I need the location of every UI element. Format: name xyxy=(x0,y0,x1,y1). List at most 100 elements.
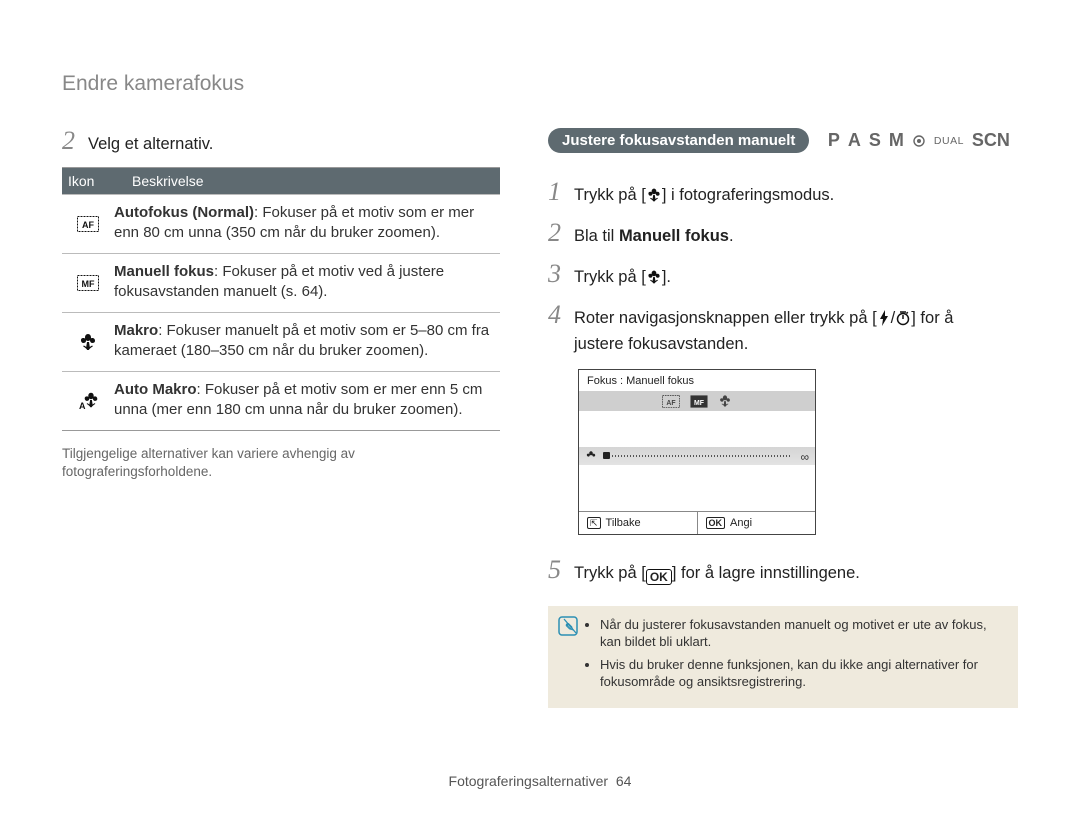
softkey-back: ⇱ Tilbake xyxy=(579,512,697,534)
text-fragment: Trykk på [ xyxy=(574,186,646,204)
right-step-5: 5 Trykk på [OK] for å lagre innstillinge… xyxy=(548,557,1018,586)
text-fragment: Trykk på [ xyxy=(574,268,646,286)
table-desc: Autofokus (Normal): Fokuser på et motiv … xyxy=(114,195,500,253)
step-number: 4 xyxy=(548,302,574,328)
note-icon: ✎ xyxy=(558,616,580,696)
options-table: Ikon Beskrivelse AF Autofokus (Normal): … xyxy=(62,167,500,431)
macro-down-icon xyxy=(646,269,662,285)
page-footer: Fotograferingsalternativer 64 xyxy=(0,773,1080,789)
table-desc: Manuell fokus: Fokuser på et motiv ved å… xyxy=(114,254,500,312)
step-text: Trykk på [ ]. xyxy=(574,264,671,290)
lcd-icon-strip: AF MF xyxy=(579,391,815,411)
text-fragment: ] i fotograferingsmodus. xyxy=(662,186,834,204)
mode-m: M xyxy=(889,130,904,151)
table-col-desc: Beskrivelse xyxy=(126,168,500,194)
mf-icon: MF xyxy=(690,395,708,408)
af-icon: AF xyxy=(662,395,680,408)
table-footnote: Tilgjengelige alternativer kan variere a… xyxy=(62,445,500,481)
near-icon xyxy=(585,449,597,467)
right-step-1: 1 Trykk på [ ] i fotograferingsmodus. xyxy=(548,179,1018,208)
row-text: : Fokuser manuelt på et motiv som er 5–8… xyxy=(114,322,489,359)
lcd-title: Fokus : Manuell fokus xyxy=(579,370,815,391)
row-title: Makro xyxy=(114,322,158,339)
row-title: Autofokus (Normal) xyxy=(114,204,254,221)
infinity-icon: ∞ xyxy=(800,450,809,464)
lcd-focus-slider: ∞ xyxy=(579,447,815,465)
lcd-blank xyxy=(579,465,815,511)
ok-hw-icon: OK xyxy=(706,517,726,529)
softkey-set: OK Angi xyxy=(697,512,816,534)
text-bold: Manuell fokus xyxy=(619,227,729,245)
macro-icon xyxy=(718,394,732,408)
lens-icon xyxy=(912,134,926,148)
step-text: Trykk på [ ] i fotograferingsmodus. xyxy=(574,182,834,208)
table-row: A Auto Makro: Fokuser på et motiv som er… xyxy=(62,371,500,430)
table-desc: Makro: Fokuser manuelt på et motiv som e… xyxy=(114,313,500,371)
footer-section: Fotograferingsalternativer xyxy=(449,773,609,789)
step-number: 2 xyxy=(548,220,574,246)
text-fragment: ]. xyxy=(662,268,671,286)
macro-icon xyxy=(78,332,98,352)
lcd-softkeys: ⇱ Tilbake OK Angi xyxy=(579,511,815,534)
left-step-2: 2 Velg et alternativ. xyxy=(62,128,500,157)
breadcrumb: Endre kamerafokus xyxy=(62,72,244,96)
svg-text:MF: MF xyxy=(82,279,95,289)
row-title: Manuell fokus xyxy=(114,263,214,280)
note-item: Hvis du bruker denne funksjonen, kan du … xyxy=(600,656,1004,690)
mf-icon: MF xyxy=(77,275,99,291)
mode-a: A xyxy=(848,130,861,151)
text-fragment: Bla til xyxy=(574,227,619,245)
section-heading-row: Justere fokusavstanden manuelt P A S M D… xyxy=(548,128,1018,153)
table-desc: Auto Makro: Fokuser på et motiv som er m… xyxy=(114,372,500,430)
right-steps: 1 Trykk på [ ] i fotograferingsmodus. 2 … xyxy=(548,179,1018,708)
footer-page-number: 64 xyxy=(616,773,632,789)
svg-text:AF: AF xyxy=(666,399,675,406)
auto-macro-icon: A xyxy=(76,391,100,411)
step-text: Velg et alternativ. xyxy=(88,131,213,157)
text-fragment: . xyxy=(729,227,734,245)
right-step-4: 4 Roter navigasjonsknappen eller trykk p… xyxy=(548,302,1018,357)
step-number: 3 xyxy=(548,261,574,287)
right-step-2: 2 Bla til Manuell fokus. xyxy=(548,220,1018,249)
mode-scn: SCN xyxy=(972,130,1010,151)
table-row: Makro: Fokuser manuelt på et motiv som e… xyxy=(62,312,500,371)
step-number: 2 xyxy=(62,128,88,154)
text-fragment: ] for å lagre innstillingene. xyxy=(672,564,860,582)
text-fragment: Roter navigasjonsknappen eller trykk på … xyxy=(574,309,877,327)
right-column: Justere fokusavstanden manuelt P A S M D… xyxy=(548,128,1018,708)
step-number: 5 xyxy=(548,557,574,583)
back-hw-icon: ⇱ xyxy=(587,517,601,529)
mode-dual: DUAL xyxy=(934,135,964,147)
table-header: Ikon Beskrivelse xyxy=(62,168,500,194)
slider-track xyxy=(603,455,791,457)
step-text: Trykk på [OK] for å lagre innstillingene… xyxy=(574,560,860,586)
timer-icon xyxy=(895,310,911,326)
note-item: Når du justerer fokusavstanden manuelt o… xyxy=(600,616,1004,650)
text-fragment: Trykk på [ xyxy=(574,564,646,582)
left-column: 2 Velg et alternativ. Ikon Beskrivelse A… xyxy=(62,128,500,481)
svg-text:MF: MF xyxy=(694,399,704,406)
softkey-label: Tilbake xyxy=(606,517,641,529)
ok-icon: OK xyxy=(646,569,672,585)
section-pill: Justere fokusavstanden manuelt xyxy=(548,128,809,153)
lcd-blank xyxy=(579,411,815,447)
step-text: Roter navigasjonsknappen eller trykk på … xyxy=(574,305,1004,357)
step-number: 1 xyxy=(548,179,574,205)
row-title: Auto Makro xyxy=(114,381,197,398)
notes-list: Når du justerer fokusavstanden manuelt o… xyxy=(586,616,1004,696)
svg-text:AF: AF xyxy=(82,220,94,230)
svg-text:✎: ✎ xyxy=(565,622,574,634)
slider-knob xyxy=(603,452,610,459)
softkey-label: Angi xyxy=(730,517,752,529)
mode-s: S xyxy=(869,130,881,151)
lcd-preview: Fokus : Manuell fokus AF MF ∞ xyxy=(578,369,816,535)
right-step-3: 3 Trykk på [ ]. xyxy=(548,261,1018,290)
af-icon: AF xyxy=(77,216,99,232)
mode-dial-list: P A S M DUAL SCN xyxy=(828,130,1010,151)
table-row: AF Autofokus (Normal): Fokuser på et mot… xyxy=(62,194,500,253)
svg-text:A: A xyxy=(79,401,86,411)
table-col-icon: Ikon xyxy=(62,168,126,194)
mode-p: P xyxy=(828,130,840,151)
notes-box: ✎ Når du justerer fokusavstanden manuelt… xyxy=(548,606,1018,708)
step-text: Bla til Manuell fokus. xyxy=(574,223,734,249)
